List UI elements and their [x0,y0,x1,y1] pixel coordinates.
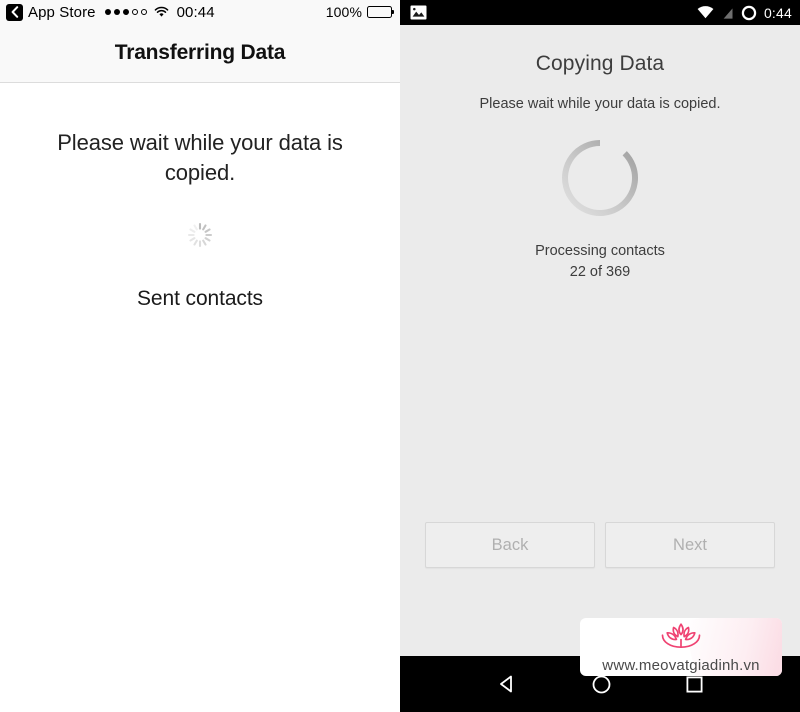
signal-dot-empty [131,9,138,15]
android-wait-message: Please wait while your data is copied. [479,96,721,112]
android-content: Copying Data Please wait while your data… [400,25,800,656]
processing-status: Processing contacts 22 of 369 [400,241,800,283]
triangle-back-icon[interactable] [497,674,517,694]
ios-battery-area: 100% [325,4,394,20]
next-button[interactable]: Next [605,522,775,568]
battery-nub [392,10,394,14]
transfer-status-text: Sent contacts [137,287,263,311]
battery-percent-label: 100% [325,4,362,20]
chevron-left-icon[interactable] [6,3,23,21]
watermark-url: www.meovatgiadinh.vn [602,657,760,674]
wifi-icon [154,6,169,18]
cellular-signal-dots-icon [104,9,147,15]
site-watermark: www.meovatgiadinh.vn [580,618,782,676]
signal-dot-filled [104,9,111,15]
signal-dot-filled [113,9,120,15]
battery-full-icon [367,6,394,18]
signal-off-icon [721,5,734,20]
wifi-icon [697,6,714,19]
ios-content: Please wait while your data is copied. S… [0,83,400,311]
square-recents-icon[interactable] [686,675,703,693]
wizard-button-row: Back Next [425,522,775,568]
android-screen: 0:44 Copying Data Please wait while your… [400,0,800,712]
processing-label: Processing contacts [535,243,665,259]
ios-status-bar: App Store 00:44 100% [0,0,400,24]
back-button[interactable]: Back [425,522,595,568]
photo-icon [410,5,427,20]
activity-indicator-spinner [0,221,400,249]
circular-progress-spinner [400,137,800,219]
ios-screen: App Store 00:44 100% Transferring Data P… [0,0,400,712]
processing-count: 22 of 369 [569,264,631,281]
wait-message: Please wait while your data is copied. [57,130,343,185]
dual-phone-comparison: App Store 00:44 100% Transferring Data P… [0,0,800,712]
android-page-title: Copying Data [535,52,665,75]
ios-nav-bar: Transferring Data [0,24,400,83]
ios-back-app-label[interactable]: App Store [28,4,96,21]
ios-clock: 00:44 [176,3,215,21]
android-clock: 0:44 [763,4,792,21]
android-status-bar: 0:44 [400,0,800,25]
signal-dot-empty [140,9,147,15]
signal-dot-filled [122,9,129,15]
battery-ring-icon [741,5,757,21]
android-status-icons: 0:44 [697,5,792,21]
page-title: Transferring Data [114,41,286,64]
lotus-flower-logo [649,621,713,656]
circle-home-icon[interactable] [592,675,611,694]
